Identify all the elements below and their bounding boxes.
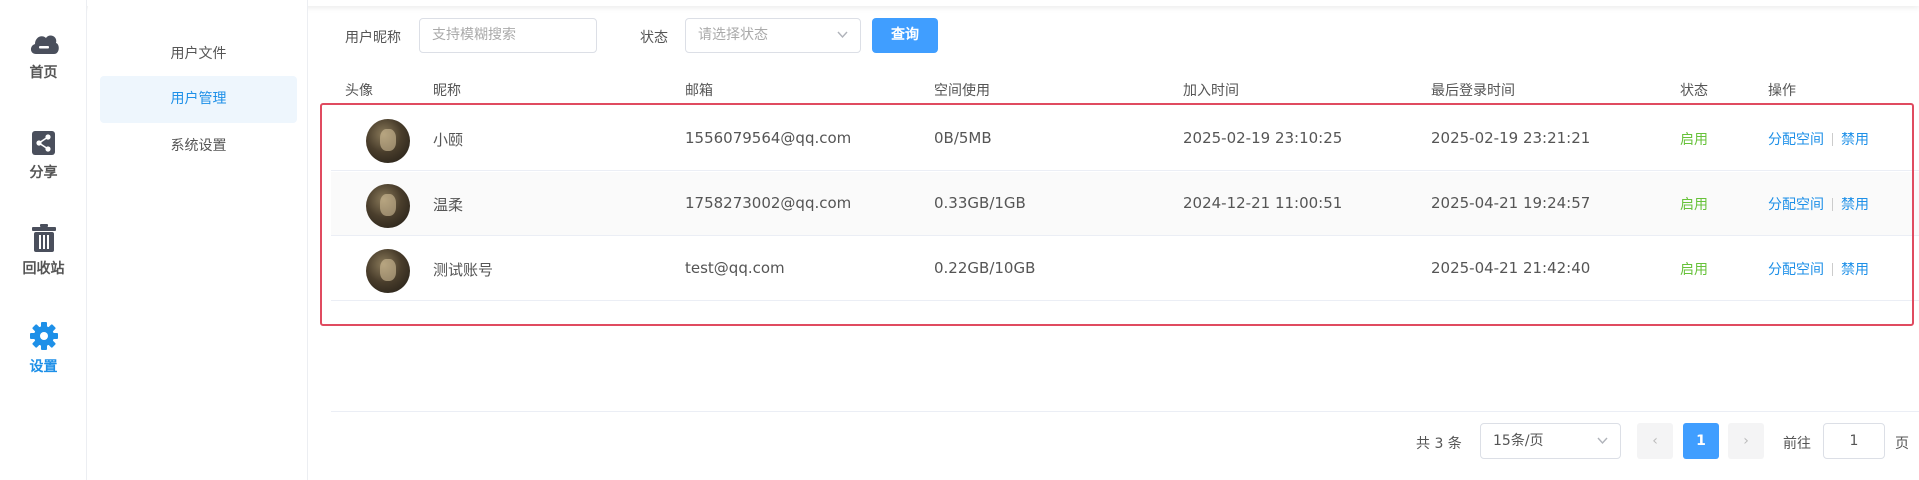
status-filter-label: 状态: [640, 30, 668, 46]
pagination-total: 共 3 条: [1416, 436, 1462, 452]
column-header-actions: 操作: [1768, 83, 1796, 99]
goto-page-input[interactable]: 1: [1823, 423, 1885, 459]
cell-actions: 分配空间 禁用: [1768, 259, 1869, 279]
table-row: 小颐 1556079564@qq.com 0B/5MB 2025-02-19 2…: [331, 107, 1919, 171]
cell-email: 1556079564@qq.com: [685, 129, 852, 147]
nickname-search-input[interactable]: 支持模糊搜索: [419, 18, 597, 53]
action-divider: [1832, 263, 1833, 276]
column-header-nickname: 昵称: [433, 83, 461, 99]
status-select[interactable]: 请选择状态: [685, 18, 861, 53]
settings-subnav: 用户文件 用户管理 系统设置: [88, 0, 308, 480]
nav-label-home: 首页: [29, 65, 58, 81]
allocate-space-link[interactable]: 分配空间: [1768, 262, 1824, 278]
disable-link[interactable]: 禁用: [1841, 262, 1869, 278]
cell-space: 0B/5MB: [934, 129, 992, 147]
cell-space: 0.22GB/10GB: [934, 259, 1036, 277]
nav-label-recycle: 回收站: [22, 261, 65, 277]
trash-icon: [31, 224, 56, 252]
cell-email: test@qq.com: [685, 259, 785, 277]
status-badge: 启用: [1680, 197, 1708, 213]
avatar: [366, 249, 410, 293]
query-button[interactable]: 查询: [872, 18, 938, 53]
cloud-icon: [30, 35, 59, 54]
share-icon: [31, 131, 55, 155]
cell-joined: 2025-02-19 23:10:25: [1183, 129, 1343, 147]
cell-joined: 2024-12-21 11:00:51: [1183, 194, 1343, 212]
table-row: 测试账号 test@qq.com 0.22GB/10GB 2025-04-21 …: [331, 237, 1919, 301]
allocate-space-link[interactable]: 分配空间: [1768, 132, 1824, 148]
main-content: 用户昵称 支持模糊搜索 状态 请选择状态 查询 头像 昵称 邮箱 空间使用 加入…: [309, 0, 1919, 480]
cell-nickname: 测试账号: [433, 261, 494, 279]
subnav-item-user-management[interactable]: 用户管理: [100, 76, 297, 123]
cell-actions: 分配空间 禁用: [1768, 194, 1869, 214]
subnav-item-system-settings[interactable]: 系统设置: [100, 123, 297, 170]
cell-last-login: 2025-04-21 19:24:57: [1431, 194, 1591, 212]
column-header-joined: 加入时间: [1183, 83, 1239, 99]
disable-link[interactable]: 禁用: [1841, 197, 1869, 213]
page-size-select[interactable]: 15条/页: [1480, 423, 1621, 459]
nav-item-recycle[interactable]: 回收站: [0, 222, 87, 278]
cell-last-login: 2025-02-19 23:21:21: [1431, 129, 1591, 147]
action-divider: [1832, 198, 1833, 211]
status-badge: 启用: [1680, 262, 1708, 278]
chevron-down-icon: [837, 31, 848, 39]
avatar: [366, 184, 410, 228]
column-header-email: 邮箱: [685, 83, 713, 99]
column-header-last-login: 最后登录时间: [1431, 83, 1515, 99]
nav-item-share[interactable]: 分享: [0, 126, 87, 182]
chevron-right-icon: ›: [1743, 433, 1749, 449]
page-size-value: 15条/页: [1493, 433, 1544, 449]
action-divider: [1832, 133, 1833, 146]
cell-last-login: 2025-04-21 21:42:40: [1431, 259, 1591, 277]
subnav-item-user-files[interactable]: 用户文件: [100, 31, 297, 78]
main-sidebar: 首页 分享 回收站 设置: [0, 0, 87, 480]
disable-link[interactable]: 禁用: [1841, 132, 1869, 148]
column-header-status: 状态: [1680, 83, 1708, 99]
column-header-space: 空间使用: [934, 83, 990, 99]
nav-label-settings: 设置: [29, 359, 58, 375]
avatar: [366, 119, 410, 163]
table-footer-divider: [331, 411, 1919, 412]
chevron-down-icon: [1597, 437, 1608, 445]
status-badge: 启用: [1680, 132, 1708, 148]
nickname-filter-label: 用户昵称: [345, 30, 401, 46]
cell-space: 0.33GB/1GB: [934, 194, 1026, 212]
cell-actions: 分配空间 禁用: [1768, 129, 1869, 149]
cell-nickname: 温柔: [433, 196, 464, 214]
cell-email: 1758273002@qq.com: [685, 194, 852, 212]
status-select-placeholder: 请选择状态: [698, 27, 768, 43]
cell-nickname: 小颐: [433, 131, 464, 149]
allocate-space-link[interactable]: 分配空间: [1768, 197, 1824, 213]
column-header-avatar: 头像: [345, 83, 373, 99]
page-number-button[interactable]: 1: [1683, 423, 1719, 459]
goto-label: 前往: [1783, 436, 1811, 452]
gear-icon: [29, 322, 58, 350]
nav-item-home[interactable]: 首页: [0, 28, 87, 82]
nav-label-share: 分享: [29, 165, 58, 181]
nav-item-settings[interactable]: 设置: [0, 320, 87, 376]
prev-page-button[interactable]: ‹: [1637, 423, 1673, 459]
page-suffix-label: 页: [1895, 436, 1909, 452]
table-row: 温柔 1758273002@qq.com 0.33GB/1GB 2024-12-…: [331, 172, 1919, 236]
next-page-button[interactable]: ›: [1728, 423, 1764, 459]
chevron-left-icon: ‹: [1652, 433, 1658, 449]
